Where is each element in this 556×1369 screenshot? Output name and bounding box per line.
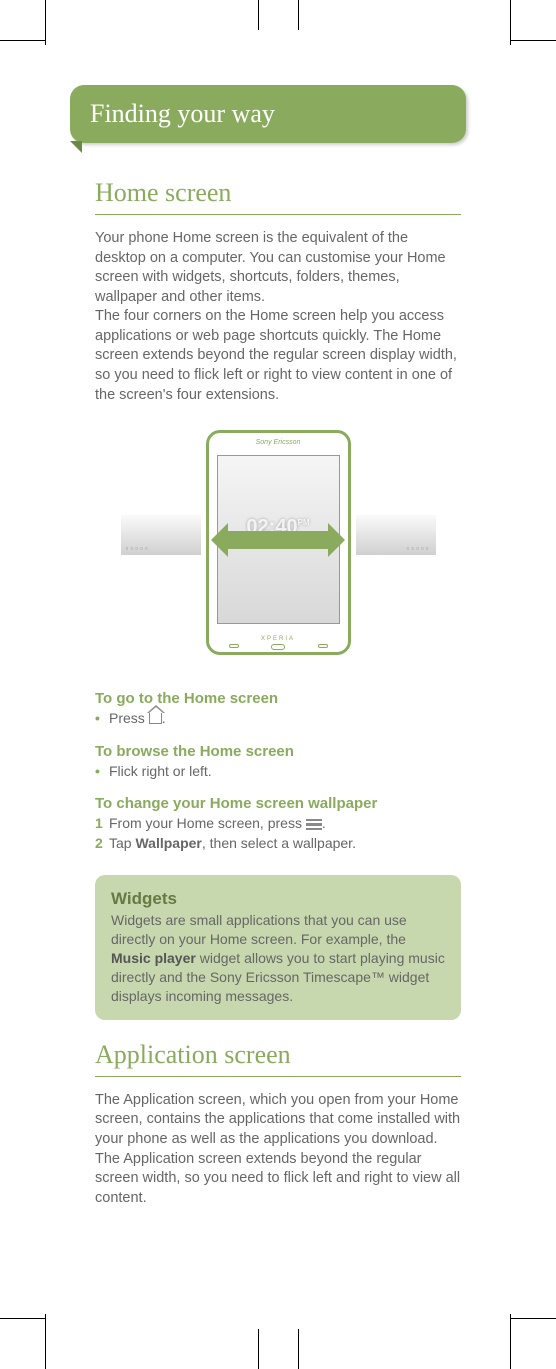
instruction-wallpaper-step2: 2 Tap Wallpaper, then select a wallpaper… (95, 834, 461, 854)
phone-screen: 02:40PM (217, 455, 340, 624)
widgets-callout: Widgets Widgets are small applications t… (95, 875, 461, 1019)
section-title-home: Home screen (95, 178, 461, 215)
instruction-goto-home: • Press . (95, 709, 461, 729)
phone-frame: Sony Ericsson 02:40PM XPERIA (206, 430, 351, 655)
widgets-callout-text: Widgets are small applications that you … (111, 911, 445, 1005)
menu-icon (306, 819, 322, 831)
chapter-header: Finding your way (70, 85, 466, 143)
phone-sub-brand: XPERIA (209, 636, 348, 642)
home-screen-description: Your phone Home screen is the equivalent… (95, 229, 461, 405)
phone-brand-label: Sony Ericsson (209, 439, 348, 446)
sub-heading-change-wallpaper: To change your Home screen wallpaper (95, 795, 461, 812)
chapter-title: Finding your way (90, 99, 275, 128)
application-screen-description: The Application screen, which you open f… (95, 1091, 461, 1208)
instruction-wallpaper-step1: 1 From your Home screen, press . (95, 814, 461, 834)
widgets-callout-title: Widgets (111, 889, 445, 909)
phone-illustration: ▫▫▫▫▫ ▫▫▫▫▫ Sony Ericsson 02:40PM XPERIA (95, 430, 461, 655)
sub-heading-browse-home: To browse the Home screen (95, 743, 461, 760)
home-icon (149, 713, 162, 724)
section-title-application: Application screen (95, 1040, 461, 1077)
swipe-arrow-icon (228, 531, 328, 549)
document-page: Finding your way Home screen Your phone … (60, 55, 496, 1304)
instruction-browse-home: • Flick right or left. (95, 762, 461, 782)
